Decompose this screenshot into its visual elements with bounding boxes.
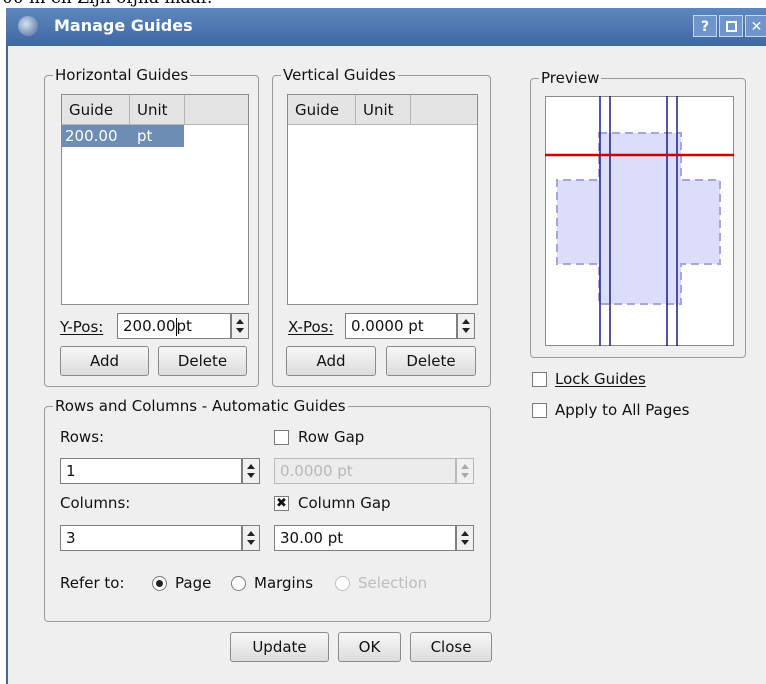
column-unit-header[interactable]: Unit [137,101,168,119]
preview-legend: Preview [539,69,602,87]
maximize-icon [726,21,737,32]
refer-margins-radio[interactable] [231,576,246,591]
preview-group: Preview [530,70,746,358]
column-gap-checkbox[interactable]: ✖ [274,496,289,511]
ok-button[interactable]: OK [338,632,401,662]
x-pos-input[interactable]: 0.0000 pt [345,313,457,339]
vertical-add-button[interactable]: Add [286,346,376,376]
table-row[interactable]: 200.00 pt [62,125,184,147]
horizontal-guides-legend: Horizontal Guides [53,66,191,84]
refer-to-label: Refer to: [60,574,125,592]
vertical-guides-list[interactable]: Guide Unit [287,94,478,305]
window-title: Manage Guides [54,16,193,35]
row-guide-value: 200.00 [65,127,118,145]
y-pos-unit: pt [176,317,192,335]
y-pos-label: Y-Pos: [60,318,104,336]
update-button[interactable]: Update [230,632,329,662]
refer-page-label[interactable]: Page [175,574,211,592]
refer-selection-radio[interactable] [335,576,350,591]
vertical-guides-group: Vertical Guides Guide Unit X-Pos: 0.0000… [272,67,491,387]
x-pos-spinner[interactable] [457,313,475,339]
apply-all-pages-checkbox[interactable] [532,403,547,418]
help-button[interactable]: ? [693,15,717,37]
row-unit-value: pt [137,127,153,145]
app-icon [18,16,38,36]
rows-spinner[interactable] [242,458,260,484]
apply-all-pages-label[interactable]: Apply to All Pages [555,401,689,419]
maximize-button[interactable] [719,15,743,37]
columns-input[interactable]: 3 [60,525,242,551]
list-header: Guide Unit [62,95,248,125]
horizontal-add-button[interactable]: Add [60,346,149,376]
column-guide-header[interactable]: Guide [69,101,113,119]
row-gap-spinner[interactable] [456,458,474,484]
refer-selection-label[interactable]: Selection [358,574,427,592]
row-gap-label[interactable]: Row Gap [298,428,364,446]
horizontal-guides-list[interactable]: Guide Unit 200.00 pt [61,94,249,305]
horizontal-delete-button[interactable]: Delete [158,346,247,376]
y-pos-input[interactable]: 200.00pt [117,313,231,339]
y-pos-spinner[interactable] [231,313,249,339]
rows-label: Rows: [60,428,105,446]
column-unit-header[interactable]: Unit [363,101,394,119]
refer-margins-label[interactable]: Margins [254,574,313,592]
columns-spinner[interactable] [242,525,260,551]
lock-guides-checkbox[interactable] [532,372,547,387]
column-gap-input[interactable]: 30.00 pt [274,525,456,551]
y-pos-value: 200.00 [123,317,176,335]
preview-canvas [545,96,734,346]
title-bar[interactable]: Manage Guides ? ✕ [6,8,766,46]
column-gap-spinner[interactable] [456,525,474,551]
vertical-guides-legend: Vertical Guides [281,66,398,84]
list-header: Guide Unit [288,95,477,125]
close-button[interactable]: Close [410,632,492,662]
background-document-text: 00 in en Zijn ofjna maar. [2,0,212,8]
lock-guides-label[interactable]: Lock Guides [555,370,646,388]
automatic-guides-legend: Rows and Columns - Automatic Guides [53,397,348,415]
close-window-button[interactable]: ✕ [745,15,766,37]
horizontal-guides-group: Horizontal Guides Guide Unit 200.00 pt Y… [44,67,259,387]
rows-input[interactable]: 1 [60,458,242,484]
refer-page-radio[interactable] [152,576,167,591]
row-gap-input[interactable]: 0.0000 pt [274,458,456,484]
vertical-delete-button[interactable]: Delete [386,346,476,376]
column-gap-label[interactable]: Column Gap [298,494,391,512]
row-gap-checkbox[interactable] [274,430,289,445]
automatic-guides-group: Rows and Columns - Automatic Guides Rows… [44,398,491,622]
column-guide-header[interactable]: Guide [295,101,339,119]
columns-label: Columns: [60,494,131,512]
x-pos-label: X-Pos: [288,318,334,336]
